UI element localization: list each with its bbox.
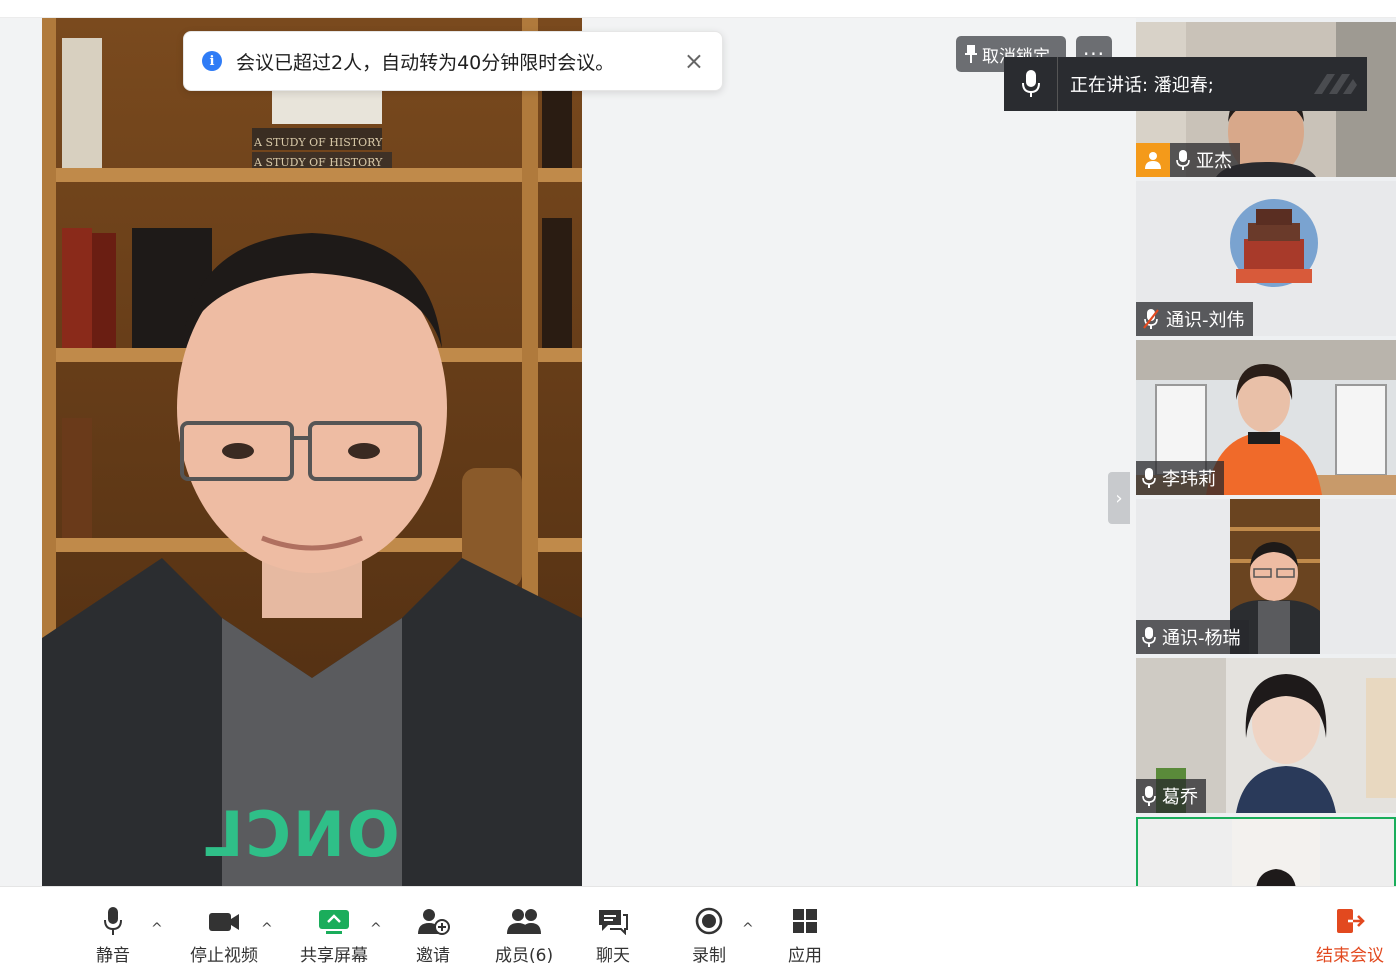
participant-namebar: 通识-刘伟 — [1136, 302, 1253, 336]
chevron-up-icon[interactable]: ^ — [261, 921, 273, 937]
pin-icon — [965, 45, 977, 63]
share-screen-icon — [319, 910, 349, 934]
shirt-logo-text: ONCL — [202, 798, 400, 871]
participant-name: 李玮莉 — [1162, 469, 1216, 490]
book-title-text-2: A STUDY OF HISTORY — [254, 156, 383, 169]
share-screen-button[interactable]: 共享屏幕 — [300, 907, 368, 966]
apps-label: 应用 — [788, 946, 822, 966]
camera-icon — [209, 913, 239, 931]
participant-tile[interactable]: 葛乔 — [1136, 658, 1396, 813]
app-logo-icon — [1314, 74, 1357, 94]
record-button[interactable]: 录制 — [692, 907, 726, 966]
chat-button[interactable]: 聊天 — [596, 907, 630, 966]
user-icon — [1145, 152, 1161, 169]
participant-video — [1232, 819, 1320, 886]
notice-message: 会议已超过2人，自动转为40分钟限时会议。 — [236, 51, 615, 74]
microphone-muted-icon — [1143, 309, 1159, 329]
apps-icon — [793, 909, 817, 933]
participant-namebar: 葛乔 — [1136, 779, 1206, 813]
participant-name: 通识-刘伟 — [1166, 310, 1245, 331]
microphone-icon — [104, 907, 122, 935]
participant-namebar: 亚杰 — [1170, 143, 1240, 177]
close-icon[interactable]: × — [684, 49, 704, 73]
participant-sidebar: 亚杰 通识-刘伟 李玮莉 通识-杨瑞 葛乔 — [1136, 18, 1396, 886]
participant-tile[interactable]: 通识-杨瑞 — [1136, 499, 1396, 654]
main-speaker-video[interactable]: A STUDY OF HISTORY A STUDY OF HISTORY ON… — [42, 18, 582, 886]
window-top-strip — [0, 0, 1396, 18]
microphone-icon — [1142, 786, 1156, 806]
participant-namebar: 通识-杨瑞 — [1136, 620, 1249, 654]
exit-icon — [1337, 909, 1365, 933]
chevron-up-icon[interactable]: ^ — [151, 921, 163, 937]
chevron-right-icon: › — [1115, 487, 1123, 509]
participant-tile[interactable]: 李玮莉 — [1136, 340, 1396, 495]
record-label: 录制 — [692, 946, 726, 966]
participant-tile[interactable]: 通识-刘伟 — [1136, 181, 1396, 336]
stop-video-label: 停止视频 — [190, 946, 258, 966]
stop-video-button[interactable]: 停止视频 — [190, 907, 258, 966]
end-meeting-label: 结束会议 — [1316, 946, 1384, 966]
meeting-limit-notice: i 会议已超过2人，自动转为40分钟限时会议。 × — [183, 31, 723, 91]
chevron-up-icon[interactable]: ^ — [742, 921, 754, 937]
speaking-indicator: 正在讲话: 潘迎春; — [1004, 57, 1367, 111]
chat-icon — [599, 910, 628, 935]
chat-label: 聊天 — [596, 946, 630, 966]
mute-label: 静音 — [96, 946, 130, 966]
invite-label: 邀请 — [416, 946, 450, 966]
chevron-up-icon[interactable]: ^ — [370, 921, 382, 937]
members-icon — [507, 909, 542, 934]
mute-button[interactable]: 静音 — [96, 907, 130, 966]
microphone-icon — [1004, 57, 1058, 111]
invite-button[interactable]: 邀请 — [416, 907, 450, 966]
host-badge — [1136, 143, 1170, 177]
members-label: 成员(6) — [495, 946, 554, 966]
participant-name: 亚杰 — [1196, 151, 1232, 172]
apps-button[interactable]: 应用 — [788, 907, 822, 966]
members-button[interactable]: 成员(6) — [495, 907, 553, 966]
participant-name: 通识-杨瑞 — [1162, 628, 1241, 649]
info-icon: i — [202, 51, 222, 71]
participant-name: 葛乔 — [1162, 787, 1198, 808]
speaking-label: 正在讲话: 潘迎春; — [1070, 75, 1214, 96]
microphone-icon — [1142, 627, 1156, 647]
collapse-sidebar-handle[interactable]: › — [1108, 472, 1130, 524]
end-meeting-button[interactable]: 结束会议 — [1316, 907, 1384, 966]
meeting-toolbar: 静音 ^ 停止视频 ^ 共享屏幕 ^ 邀请 成员(6) 聊天 录制 ^ 应用 结… — [0, 886, 1396, 967]
microphone-icon — [1142, 468, 1156, 488]
add-user-icon — [418, 909, 450, 935]
participant-namebar: 李玮莉 — [1136, 461, 1224, 495]
record-icon — [695, 907, 723, 935]
book-title-text-1: A STUDY OF HISTORY — [254, 136, 383, 149]
microphone-icon — [1176, 150, 1190, 170]
active-speaker-tile[interactable] — [1136, 817, 1396, 886]
share-screen-label: 共享屏幕 — [300, 946, 368, 966]
